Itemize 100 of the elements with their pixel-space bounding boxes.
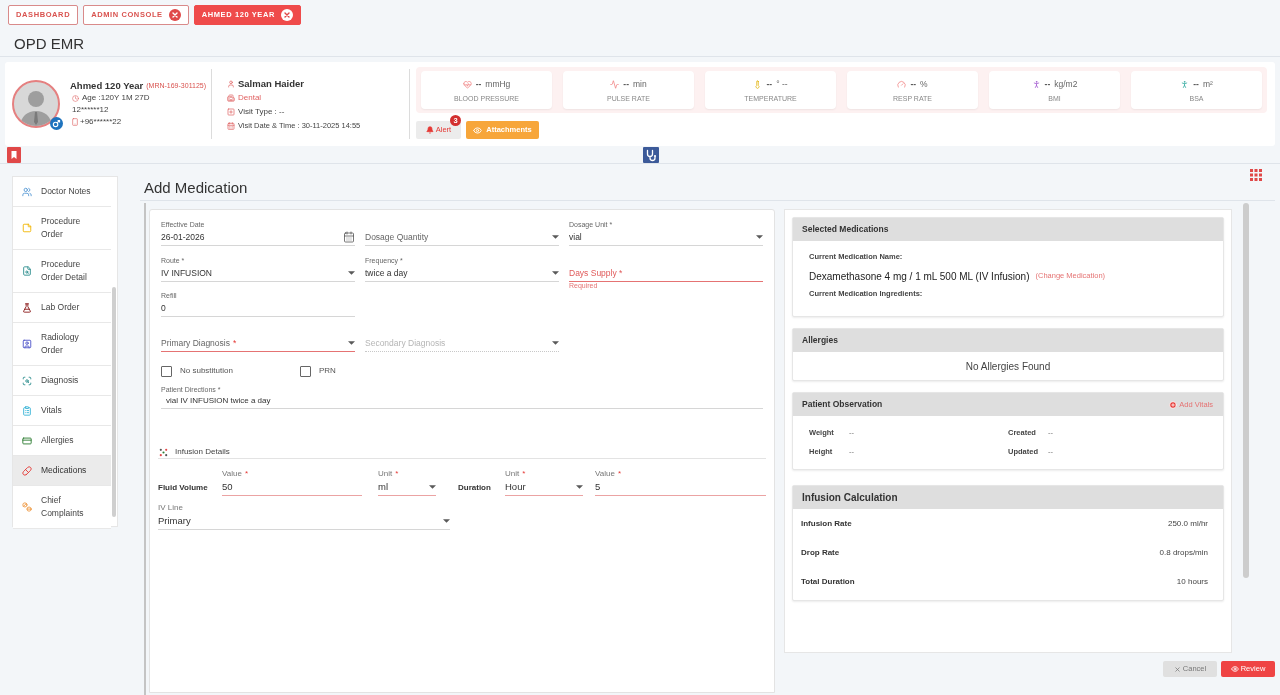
plus-circle-icon [1169, 400, 1178, 409]
hospital-icon [227, 94, 235, 102]
visit-type: Visit Type : -- [238, 106, 285, 118]
dropdown-caret-icon [552, 235, 559, 239]
tablets-icon [22, 502, 32, 512]
card-icon [22, 435, 32, 446]
text-field[interactable]: 50 [222, 479, 362, 496]
select-field[interactable]: vial [569, 229, 763, 246]
avatar-icon [12, 80, 60, 128]
vital-unit: % [920, 78, 928, 91]
close-icon[interactable] [281, 9, 293, 21]
checkbox[interactable] [300, 365, 311, 377]
stethoscope-icon[interactable] [642, 146, 659, 163]
gauge-icon [897, 80, 907, 89]
calc-value: 10 hours [1176, 576, 1208, 588]
select-field[interactable]: Primary Diagnosis * [161, 335, 355, 352]
checkbox-label: No substitution [180, 365, 233, 377]
date-field[interactable]: 26-01-2026 [161, 229, 355, 246]
doctor-name: Salman Haider [238, 76, 304, 91]
field-label: Unit * [378, 469, 399, 479]
bookmark-icon[interactable] [7, 146, 21, 163]
text-field[interactable]: Days Supply * [569, 265, 763, 282]
vital-value: -- [475, 78, 482, 91]
dropdown-caret-icon [552, 271, 559, 275]
vital-value: -- [1193, 78, 1199, 91]
calc-label: Total Duration [801, 576, 855, 588]
select-field[interactable]: IV INFUSION [161, 265, 355, 282]
clipboard-icon [22, 405, 32, 416]
dots-icon [159, 447, 168, 457]
scrollbar[interactable] [1243, 203, 1249, 578]
sidebar-item[interactable]: Medications [13, 456, 111, 486]
text-field[interactable]: 0 [161, 300, 355, 317]
calc-label: Drop Rate [801, 547, 840, 559]
patient-name: Ahmed 120 Year [70, 78, 144, 93]
eye-icon [473, 125, 483, 135]
calc-value: 250.0 ml/hr [1167, 518, 1208, 530]
close-icon [1173, 665, 1181, 673]
field-label: Unit * [505, 469, 526, 479]
checkbox-label: PRN [319, 365, 336, 377]
person-icon [1031, 80, 1041, 89]
field-label: IV Line [158, 503, 183, 513]
patient-id: 12******12 [72, 104, 109, 116]
person-icon [1180, 80, 1190, 89]
vital-unit: min [633, 78, 647, 91]
clock-icon [72, 94, 79, 102]
page-title: OPD EMR [14, 36, 84, 51]
section-title: Infusion Calculation [802, 491, 898, 505]
calc-label: Infusion Rate [801, 518, 852, 530]
grid-icon[interactable] [1250, 169, 1262, 181]
dropdown-caret-icon [348, 341, 355, 345]
male-symbol-icon [50, 117, 63, 130]
field-label: Value * [595, 469, 621, 479]
section-title: Allergies [802, 334, 838, 347]
note-icon [22, 223, 32, 233]
group-label: Duration [458, 481, 492, 494]
field-label: Value * [222, 469, 248, 479]
vital-value: -- [623, 78, 629, 91]
checkbox[interactable] [161, 365, 172, 377]
medication-name: Dexamethasone 4 mg / 1 mL 500 ML (IV Infusion) [809, 269, 1030, 284]
flask-icon [22, 302, 32, 313]
group-label: Fluid Volume [158, 481, 209, 494]
section-title: Infusion Details [175, 446, 230, 458]
heart-pulse-icon [462, 80, 472, 89]
vital-unit: kg/m2 [1054, 78, 1078, 91]
scan-search-icon [22, 375, 32, 386]
dropdown-caret-icon [552, 341, 559, 345]
vital-value: -- [1044, 78, 1051, 91]
thermometer-icon [753, 80, 763, 89]
text-field[interactable]: vial IV INFUSION twice a day [161, 394, 763, 409]
department-text: Dental [238, 92, 262, 104]
dropdown-caret-icon [348, 271, 355, 275]
select-field[interactable]: ml [378, 479, 436, 496]
vital-unit: ° -- [776, 78, 788, 91]
select-field[interactable]: Hour [505, 479, 583, 496]
dropdown-caret-icon [576, 485, 583, 489]
text-field[interactable]: 5 [595, 479, 766, 496]
plus-square-icon [227, 108, 235, 116]
pill-icon [22, 465, 32, 476]
user-square-icon [22, 339, 32, 349]
select-field[interactable]: Dosage Quantity [365, 229, 559, 246]
close-icon[interactable] [168, 9, 181, 21]
section-title: Patient Observation [802, 398, 883, 411]
dropdown-caret-icon [756, 235, 763, 239]
bell-icon [425, 126, 434, 134]
select-field[interactable]: twice a day [365, 265, 559, 282]
patient-phone: +96******22 [80, 116, 122, 128]
section-title: Selected Medications [802, 223, 889, 236]
dropdown-caret-icon [429, 485, 436, 489]
calc-value: 0.8 drops/min [1159, 547, 1208, 559]
select-field[interactable]: Primary [158, 513, 450, 530]
calendar-icon[interactable] [343, 231, 355, 243]
person-icon [227, 80, 235, 88]
vital-value: -- [766, 78, 773, 91]
vital-unit: mmHg [485, 78, 511, 91]
patient-age: Age :120Y 1M 27D [82, 92, 150, 104]
pulse-wave-icon [610, 80, 620, 89]
document-search-icon [22, 266, 32, 276]
calendar-icon [227, 121, 235, 130]
empty-message: No Allergies Found [965, 359, 1051, 374]
eye-icon [1230, 665, 1239, 673]
